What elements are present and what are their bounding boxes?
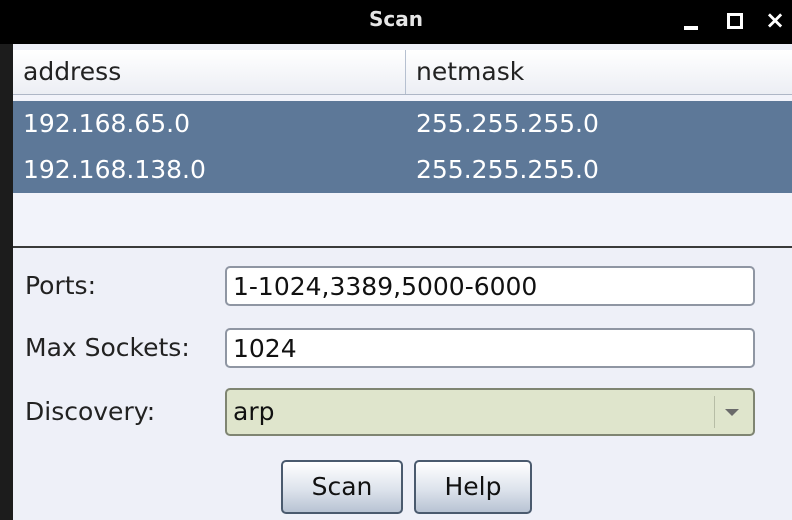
scan-dialog: address netmask 192.168.65.0 255.255.255…	[13, 44, 792, 520]
table-header: address netmask	[13, 50, 792, 95]
discovery-select[interactable]: arp	[225, 388, 755, 436]
ports-input[interactable]	[225, 266, 755, 306]
discovery-label: Discovery:	[25, 397, 156, 426]
window-title: Scan	[369, 7, 423, 31]
netmask-cell: 255.255.255.0	[416, 109, 599, 138]
maximize-icon[interactable]	[720, 6, 750, 36]
chevron-down-icon[interactable]	[714, 396, 749, 428]
background-window-edge	[0, 44, 13, 520]
address-cell: 192.168.138.0	[23, 155, 206, 184]
column-header-netmask[interactable]: netmask	[406, 50, 792, 94]
minimize-icon[interactable]	[676, 6, 706, 36]
address-cell: 192.168.65.0	[23, 109, 190, 138]
table-row[interactable]: 192.168.138.0 255.255.255.0	[13, 147, 792, 193]
column-header-address[interactable]: address	[13, 50, 406, 94]
close-icon[interactable]: ×	[760, 6, 790, 36]
max-sockets-input[interactable]	[225, 328, 755, 368]
discovery-selected-value: arp	[233, 397, 275, 426]
scan-button[interactable]: Scan	[281, 460, 403, 514]
max-sockets-label: Max Sockets:	[25, 333, 190, 362]
network-table[interactable]: address netmask 192.168.65.0 255.255.255…	[13, 50, 792, 248]
ports-label: Ports:	[25, 271, 97, 300]
title-bar[interactable]: Scan ×	[0, 0, 792, 44]
netmask-cell: 255.255.255.0	[416, 155, 599, 184]
table-row[interactable]: 192.168.65.0 255.255.255.0	[13, 101, 792, 147]
help-button[interactable]: Help	[414, 460, 532, 514]
